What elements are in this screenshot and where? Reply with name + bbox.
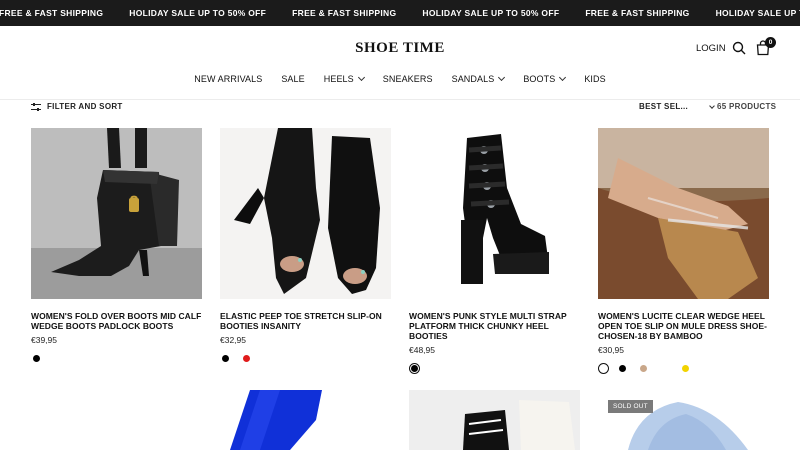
product-image-lace-up-boot[interactable] [409, 390, 580, 450]
product-title[interactable]: WOMEN'S FOLD OVER BOOTS MID CALF WEDGE B… [31, 311, 202, 331]
filter-and-sort-button[interactable]: FILTER AND SORT [31, 102, 123, 111]
product-title[interactable]: WOMEN'S LUCITE CLEAR WEDGE HEEL OPEN TOE… [598, 311, 769, 341]
sort-select[interactable]: BEST SEL... [639, 102, 715, 111]
announcement-item: HOLIDAY SALE UP TO 50% OFF [715, 8, 800, 18]
product-image-punk-strap-booties[interactable] [409, 128, 580, 299]
chevron-down-icon [709, 102, 715, 109]
nav-item-sandals[interactable]: SANDALS [451, 73, 506, 84]
collection-toolbar: FILTER AND SORT BEST SEL... 65 PRODUCTS [0, 100, 800, 114]
announcement-track: FREE & FAST SHIPPING HOLIDAY SALE UP TO … [0, 0, 800, 26]
color-swatch-black[interactable] [619, 364, 626, 372]
site-header: SHOE TIME LOGIN 0 NEW ARRIVALS SALE HEEL… [0, 26, 800, 100]
product-image-slide-sandal[interactable]: SOLD OUT [598, 390, 769, 450]
product-image-fold-over-boots[interactable] [31, 128, 202, 299]
product-price: €39,95 [31, 335, 57, 345]
site-logo[interactable]: SHOE TIME [0, 40, 800, 57]
product-image-lucite-wedge[interactable] [598, 128, 769, 299]
cart-count-badge: 0 [765, 37, 776, 48]
product-price: €32,95 [220, 335, 246, 345]
announcement-item: HOLIDAY SALE UP TO 50% OFF [129, 8, 267, 18]
product-photo [598, 390, 769, 450]
product-title[interactable]: WOMEN'S PUNK STYLE MULTI STRAP PLATFORM … [409, 311, 580, 341]
nav-label: SNEAKERS [382, 74, 433, 84]
color-swatch-red[interactable] [243, 354, 250, 362]
nav-item-sneakers[interactable]: SNEAKERS [383, 74, 433, 84]
login-link[interactable]: LOGIN [696, 43, 726, 54]
nav-item-boots[interactable]: BOOTS [523, 73, 567, 84]
product-count: 65 PRODUCTS [717, 102, 777, 111]
nav-label: NEW ARRIVALS [194, 74, 263, 84]
product-title[interactable]: ELASTIC PEEP TOE STRETCH SLIP-ON BOOTIES… [220, 311, 391, 331]
filter-icon [31, 102, 41, 111]
announcement-item: FREE & FAST SHIPPING [585, 8, 690, 18]
color-swatch-black[interactable] [33, 354, 40, 362]
product-photo [409, 128, 580, 299]
chevron-down-icon [559, 73, 567, 82]
product-photo [220, 390, 391, 450]
product-card[interactable]: WOMEN'S FOLD OVER BOOTS MID CALF WEDGE B… [31, 128, 202, 364]
color-swatch-white[interactable] [661, 364, 668, 372]
nav-label: KIDS [584, 74, 606, 84]
color-swatches [409, 362, 580, 374]
product-image-peep-toe-booties[interactable] [220, 128, 391, 299]
announcement-bar: FREE & FAST SHIPPING HOLIDAY SALE UP TO … [0, 0, 800, 26]
search-icon[interactable] [732, 41, 746, 55]
product-image-blue-boot[interactable] [220, 390, 391, 450]
product-card[interactable]: WOMEN'S PUNK STYLE MULTI STRAP PLATFORM … [409, 128, 580, 374]
sold-out-badge: SOLD OUT [608, 400, 653, 413]
main-nav: NEW ARRIVALS SALE HEELS SNEAKERS SANDALS… [0, 73, 800, 84]
color-swatch-black[interactable] [222, 354, 229, 362]
chevron-down-icon [357, 73, 365, 82]
color-swatches [220, 352, 391, 364]
nav-item-sale[interactable]: SALE [281, 74, 304, 84]
product-price: €30,95 [598, 345, 624, 355]
filter-label: FILTER AND SORT [47, 102, 123, 111]
color-swatches [31, 352, 202, 364]
product-card[interactable]: ELASTIC PEEP TOE STRETCH SLIP-ON BOOTIES… [220, 128, 391, 364]
product-photo [31, 128, 202, 299]
chevron-down-icon [498, 73, 506, 82]
announcement-item: HOLIDAY SALE UP TO 50% OFF [422, 8, 560, 18]
nav-item-heels[interactable]: HEELS [323, 73, 365, 84]
nav-label: SANDALS [451, 74, 495, 84]
nav-label: HEELS [323, 74, 354, 84]
product-photo [598, 128, 769, 299]
nav-item-new-arrivals[interactable]: NEW ARRIVALS [194, 74, 262, 84]
announcement-item: FREE & FAST SHIPPING [0, 8, 104, 18]
product-price: €48,95 [409, 345, 435, 355]
product-card[interactable]: WOMEN'S LUCITE CLEAR WEDGE HEEL OPEN TOE… [598, 128, 769, 374]
nav-item-kids[interactable]: KIDS [584, 74, 605, 84]
product-photo [409, 390, 580, 450]
nav-label: BOOTS [523, 74, 556, 84]
nav-label: SALE [281, 74, 305, 84]
color-swatch-nude[interactable] [640, 364, 647, 372]
color-swatch-black-selected[interactable] [409, 362, 420, 374]
color-swatches [598, 362, 769, 374]
product-photo [220, 128, 391, 299]
color-swatch-yellow[interactable] [682, 364, 689, 372]
announcement-item: FREE & FAST SHIPPING [292, 8, 397, 18]
color-swatch-clear-selected[interactable] [598, 362, 609, 374]
sort-value: BEST SEL... [639, 102, 689, 111]
